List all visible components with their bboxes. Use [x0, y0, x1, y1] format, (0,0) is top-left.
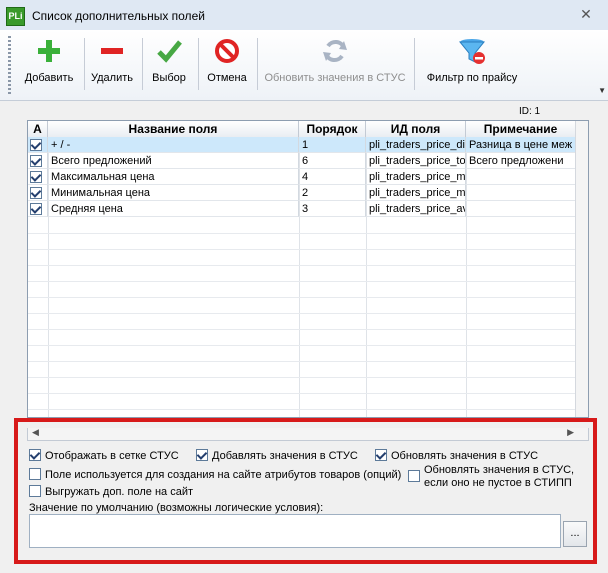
table-row[interactable]: Минимальная цена 2 pli_traders_price_mir — [28, 185, 588, 201]
row-checkbox[interactable] — [30, 203, 42, 215]
checkmark-icon — [157, 40, 182, 63]
col-header-name[interactable]: Название поля — [48, 121, 299, 137]
checkbox-checked[interactable] — [196, 449, 208, 461]
used-for-attrs-checkbox[interactable]: Поле используется для создания на сайте … — [29, 468, 401, 481]
col-header-a[interactable]: А — [28, 121, 48, 137]
update-if-not-empty-label: Обновлять значения в СТУС, — [424, 464, 575, 476]
default-value-label: Значение по умолчанию (возможны логическ… — [29, 502, 324, 514]
default-value-input[interactable] — [29, 514, 561, 548]
row-checkbox[interactable] — [30, 171, 42, 183]
fields-grid[interactable]: А Название поля Порядок ИД поля Примечан… — [27, 120, 589, 418]
grid-header: А Название поля Порядок ИД поля Примечан… — [28, 121, 588, 138]
record-id-label: ID: 1 — [519, 106, 541, 117]
update-values-checkbox[interactable]: Обновлять значения в СТУС — [375, 449, 538, 462]
add-button[interactable]: Добавить — [18, 34, 80, 94]
row-checkbox[interactable] — [30, 187, 42, 199]
window-title: Список дополнительных полей — [32, 9, 205, 23]
filter-funnel-icon — [458, 39, 486, 64]
window-titlebar: PLi Список дополнительных полей ✕ — [0, 0, 608, 31]
show-in-grid-checkbox[interactable]: Отображать в сетке СТУС — [29, 449, 179, 462]
browse-button[interactable]: ... — [563, 521, 587, 547]
plus-icon — [38, 40, 60, 62]
price-filter-button[interactable]: Фильтр по прайсу — [418, 34, 526, 94]
no-entry-icon — [215, 39, 239, 63]
add-values-checkbox[interactable]: Добавлять значения в СТУС — [196, 449, 358, 462]
cancel-button[interactable]: Отмена — [200, 34, 254, 94]
select-button[interactable]: Выбор — [144, 34, 194, 94]
col-header-note[interactable]: Примечание — [466, 121, 576, 137]
update-stus-button[interactable]: Обновить значения в СТУС — [260, 34, 410, 94]
table-row[interactable]: Средняя цена 3 pli_traders_price_av — [28, 201, 588, 217]
table-row[interactable]: Всего предложений 6 pli_traders_price_to… — [28, 153, 588, 169]
col-header-order[interactable]: Порядок — [299, 121, 366, 137]
close-icon[interactable]: ✕ — [578, 6, 594, 23]
col-header-id[interactable]: ИД поля — [366, 121, 466, 137]
delete-button[interactable]: Удалить — [86, 34, 138, 94]
row-checkbox[interactable] — [30, 139, 42, 151]
row-checkbox[interactable] — [30, 155, 42, 167]
toolbar: Добавить Удалить Выбор Отмена Обновить з… — [0, 30, 608, 101]
refresh-icon — [323, 40, 347, 62]
grid-vertical-scrollbar[interactable] — [575, 121, 588, 417]
app-logo-icon: PLi — [6, 7, 25, 26]
minus-icon — [101, 48, 123, 54]
export-field-checkbox[interactable]: Выгружать доп. поле на сайт — [29, 485, 193, 498]
toolbar-overflow-icon[interactable]: ▼ — [598, 86, 606, 95]
update-if-not-empty-checkbox[interactable] — [408, 470, 424, 483]
toolbar-grip[interactable] — [8, 36, 11, 94]
checkbox-checked[interactable] — [29, 449, 41, 461]
update-if-not-empty-label-2: если оно не пустое в СТИПП — [424, 477, 572, 489]
table-row[interactable]: + / - 1 pli_traders_price_dif Разница в … — [28, 137, 588, 153]
checkbox-unchecked[interactable] — [29, 485, 41, 497]
checkbox-unchecked[interactable] — [29, 468, 41, 480]
table-row[interactable]: Максимальная цена 4 pli_traders_price_ma — [28, 169, 588, 185]
checkbox-unchecked[interactable] — [408, 470, 420, 482]
checkbox-checked[interactable] — [375, 449, 387, 461]
